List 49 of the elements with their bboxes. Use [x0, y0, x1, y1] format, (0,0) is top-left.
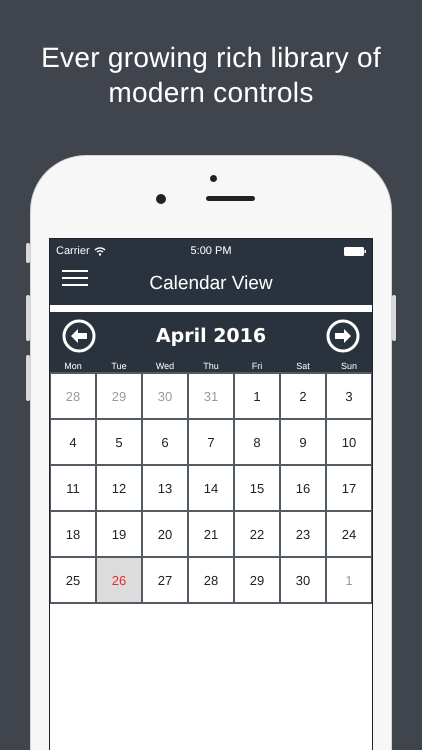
- wifi-icon: [94, 246, 106, 256]
- day-cell[interactable]: 14: [189, 466, 233, 510]
- day-cell[interactable]: 16: [281, 466, 325, 510]
- status-time: 5:00 PM: [190, 245, 232, 257]
- day-cell[interactable]: 15: [235, 466, 279, 510]
- day-cell[interactable]: 8: [235, 420, 279, 464]
- headline: Ever growing rich library of modern controls: [40, 41, 382, 110]
- weekday-label: Mon: [63, 360, 83, 372]
- day-cell[interactable]: 12: [97, 466, 141, 510]
- weekday-label: Wed: [154, 360, 176, 372]
- day-cell[interactable]: 13: [143, 466, 187, 510]
- previous-month-button[interactable]: [62, 319, 96, 353]
- day-cell[interactable]: 18: [51, 512, 95, 556]
- sensor-icon: [156, 194, 166, 204]
- day-cell[interactable]: 27: [143, 558, 187, 602]
- day-cell[interactable]: 20: [143, 512, 187, 556]
- camera-icon: [210, 175, 217, 182]
- day-cell[interactable]: 30: [281, 558, 325, 602]
- weekday-label: Sat: [295, 360, 311, 372]
- month-title: April 2016: [156, 325, 266, 347]
- nav-title: Calendar View: [149, 273, 273, 295]
- day-cell[interactable]: 5: [97, 420, 141, 464]
- day-cell[interactable]: 7: [189, 420, 233, 464]
- day-cell[interactable]: 23: [281, 512, 325, 556]
- weekday-label: Tue: [110, 360, 128, 372]
- day-cell[interactable]: 29: [235, 558, 279, 602]
- menu-icon[interactable]: [62, 269, 88, 287]
- day-cell[interactable]: 1: [235, 374, 279, 418]
- day-cell[interactable]: 28: [189, 558, 233, 602]
- speaker-icon: [206, 196, 255, 201]
- day-cell[interactable]: 19: [97, 512, 141, 556]
- day-cell[interactable]: 24: [327, 512, 371, 556]
- day-cell[interactable]: 9: [281, 420, 325, 464]
- day-cell[interactable]: 25: [51, 558, 95, 602]
- day-cell[interactable]: 3: [327, 374, 371, 418]
- day-cell[interactable]: 4: [51, 420, 95, 464]
- weekday-label: Fri: [250, 360, 264, 372]
- day-cell[interactable]: 10: [327, 420, 371, 464]
- battery-icon: [344, 246, 366, 256]
- weekday-label: Sun: [340, 360, 358, 372]
- next-month-button[interactable]: [326, 319, 360, 353]
- day-cell[interactable]: 2: [281, 374, 325, 418]
- day-cell[interactable]: 17: [327, 466, 371, 510]
- carrier-label: Carrier: [56, 245, 90, 257]
- day-cell[interactable]: 22: [235, 512, 279, 556]
- day-cell[interactable]: 11: [51, 466, 95, 510]
- day-cell[interactable]: 21: [189, 512, 233, 556]
- day-cell[interactable]: 6: [143, 420, 187, 464]
- weekday-label: Thu: [202, 360, 220, 372]
